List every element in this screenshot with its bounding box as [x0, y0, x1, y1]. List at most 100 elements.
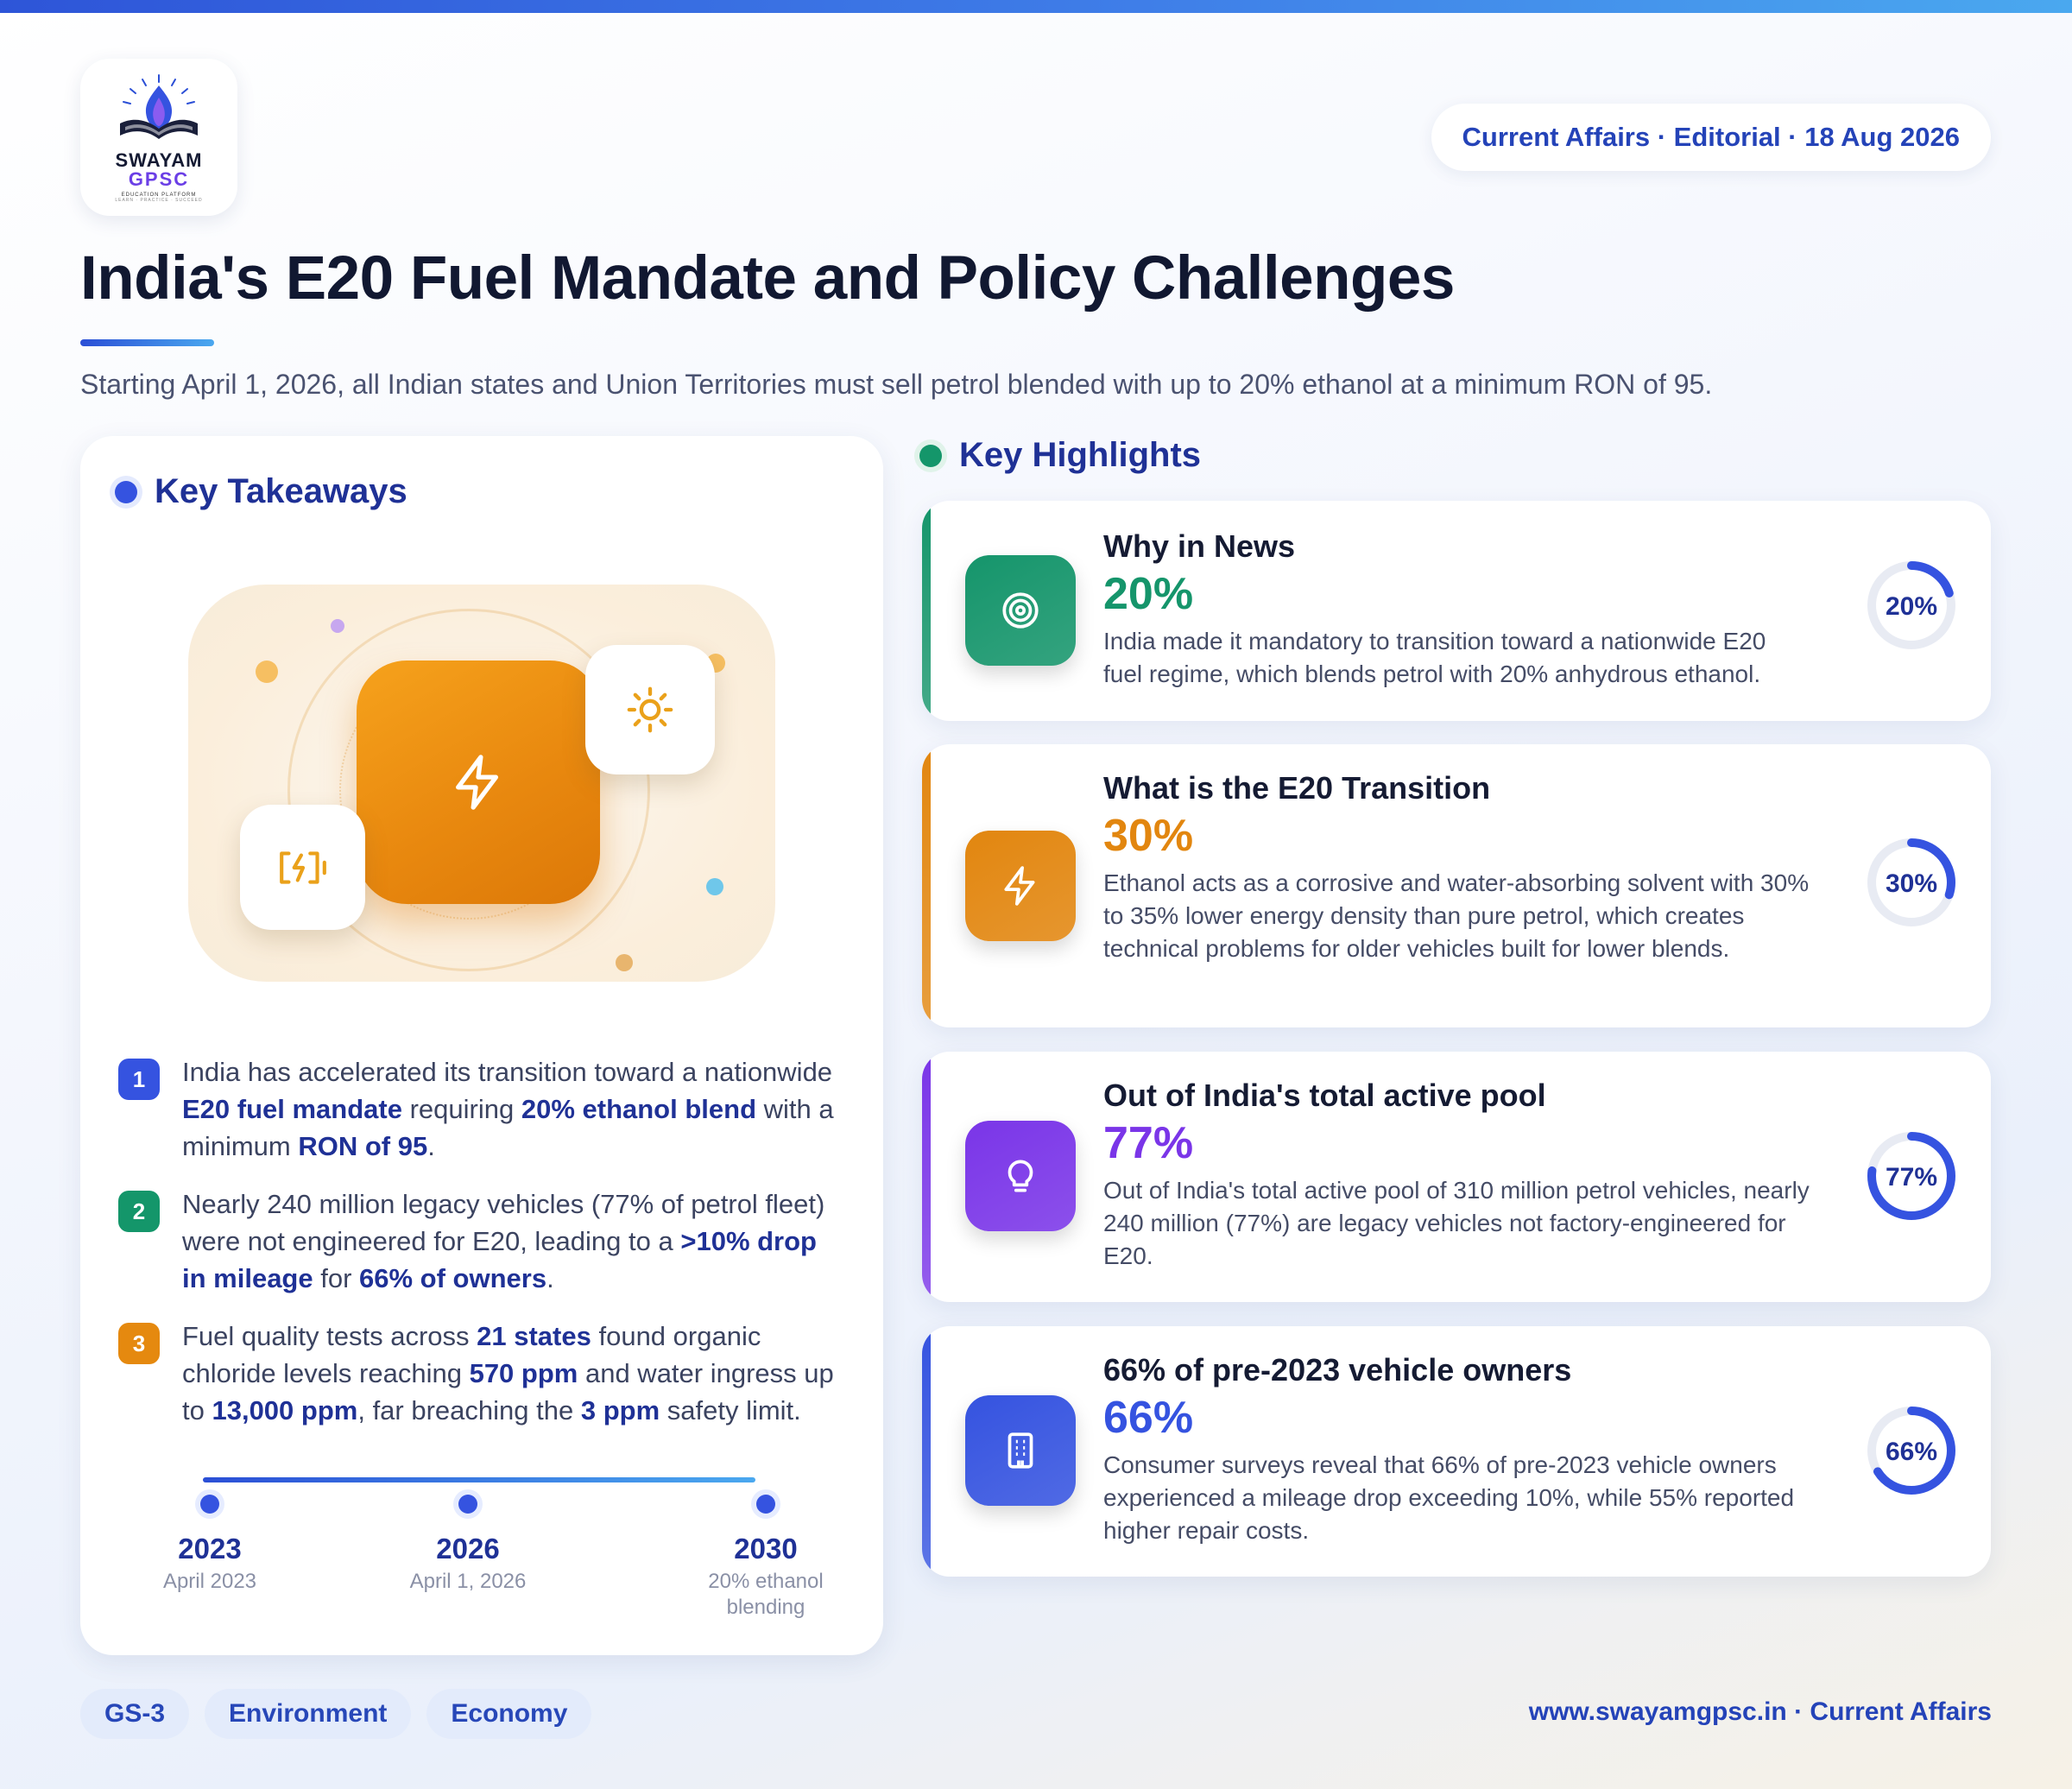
card-icon-box: [965, 555, 1076, 666]
card-accent: [922, 501, 931, 721]
card-body: What is the E20 Transition 30% Ethanol a…: [1103, 770, 1811, 965]
sparkle-dot: [331, 619, 344, 633]
timeline-bar: [203, 1477, 755, 1482]
card-icon-box: [965, 831, 1076, 941]
card-icon-box: [965, 1121, 1076, 1231]
ring-label: 66%: [1886, 1438, 1937, 1466]
takeaway-fragment: requiring: [401, 1094, 521, 1124]
takeaway-item: 3 Fuel quality tests across 21 states fo…: [118, 1318, 843, 1429]
takeaway-fragment: for: [313, 1263, 360, 1293]
hero-battery-tile: [240, 805, 365, 930]
percent-ring: 77%: [1867, 1132, 1955, 1220]
takeaway-number: 2: [118, 1191, 160, 1232]
card-body: Out of India's total active pool 77% Out…: [1103, 1078, 1811, 1273]
key-highlights-heading: Key Highlights: [919, 436, 1201, 475]
topic-tags: GS-3 Environment Economy: [80, 1689, 592, 1739]
tag-economy[interactable]: Economy: [426, 1689, 592, 1739]
takeaway-emphasis: 66% of owners: [359, 1263, 547, 1293]
logo-motto: LEARN · PRACTICE · SUCCEED: [115, 198, 203, 203]
card-body: Why in News 20% India made it mandatory …: [1103, 528, 1811, 691]
lightbulb-icon: [1008, 1160, 1033, 1192]
highlight-card-vehicle-owners[interactable]: 66% of pre-2023 vehicle owners 66% Consu…: [922, 1326, 1991, 1577]
highlight-card-e20-transition[interactable]: What is the E20 Transition 30% Ethanol a…: [922, 744, 1991, 1027]
takeaway-emphasis: 570 ppm: [469, 1358, 578, 1388]
percent-ring: 30%: [1867, 838, 1955, 926]
key-takeaways-card: Key Takeaways 1 India has accelerated it…: [80, 436, 883, 1655]
takeaway-text: Fuel quality tests across 21 states foun…: [182, 1318, 843, 1429]
sparkle-dot: [616, 954, 633, 971]
card-description: Consumer surveys reveal that 66% of pre-…: [1103, 1451, 1795, 1544]
takeaway-text: India has accelerated its transition tow…: [182, 1053, 843, 1165]
timeline-year: 2026: [436, 1533, 500, 1565]
logo-word-gpsc: GPSC: [128, 168, 190, 190]
percent-ring: 20%: [1867, 561, 1955, 649]
takeaway-text: Nearly 240 million legacy vehicles (77% …: [182, 1185, 843, 1297]
takeaway-item: 1 India has accelerated its transition t…: [118, 1053, 843, 1165]
highlight-card-why-in-news[interactable]: Why in News 20% India made it mandatory …: [922, 501, 1991, 721]
timeline-dot: [200, 1495, 219, 1514]
hero-sun-tile: [585, 645, 715, 774]
timeline-point-2026: 2026 April 1, 2026: [382, 1495, 554, 1595]
takeaway-number: 1: [118, 1059, 160, 1100]
timeline-year: 2023: [178, 1533, 242, 1565]
ring-label: 77%: [1886, 1163, 1937, 1192]
takeaway-emphasis: 20% ethanol blend: [521, 1094, 757, 1124]
footer-website-link[interactable]: www.swayamgpsc.in · Current Affairs: [1529, 1697, 1992, 1727]
card-title: What is the E20 Transition: [1103, 770, 1491, 806]
takeaway-emphasis: 3 ppm: [580, 1395, 660, 1426]
card-body: 66% of pre-2023 vehicle owners 66% Consu…: [1103, 1352, 1811, 1547]
timeline-point-2030: 2030 20% ethanol blending: [692, 1495, 839, 1621]
timeline-year: 2030: [734, 1533, 798, 1565]
card-accent: [922, 744, 931, 1027]
ring-label: 20%: [1886, 592, 1937, 621]
card-accent: [922, 1052, 931, 1302]
hero-lightning-tile: [357, 661, 600, 904]
percent-ring: 66%: [1867, 1407, 1955, 1495]
heading-dot-icon: [115, 480, 137, 503]
tag-environment[interactable]: Environment: [205, 1689, 412, 1739]
takeaway-emphasis: RON of 95: [298, 1131, 428, 1161]
card-percent: 77%: [1103, 1118, 1194, 1168]
timeline-dot: [756, 1495, 775, 1514]
takeaway-emphasis: 21 states: [477, 1321, 591, 1351]
card-description: Out of India's total active pool of 310 …: [1103, 1177, 1810, 1269]
timeline-caption: 20% ethanol blending: [708, 1570, 824, 1619]
title-underline: [80, 339, 214, 346]
takeaway-fragment: .: [546, 1263, 554, 1293]
key-takeaways-heading: Key Takeaways: [115, 472, 407, 511]
logo-flame-book-icon: [120, 74, 198, 139]
hero-illustration: [188, 585, 775, 982]
takeaway-number: 3: [118, 1323, 160, 1364]
timeline-caption: April 1, 2026: [409, 1570, 527, 1593]
takeaway-emphasis: 13,000 ppm: [212, 1395, 358, 1426]
card-accent: [922, 1326, 931, 1577]
takeaway-fragment: India has accelerated its transition tow…: [182, 1057, 833, 1087]
target-icon: [1002, 592, 1039, 629]
page-subtitle: Starting April 1, 2026, all Indian state…: [80, 369, 1713, 400]
tag-gs3[interactable]: GS-3: [80, 1689, 190, 1739]
battery-charging-icon: [279, 850, 326, 884]
date-pill: Current Affairs · Editorial · 18 Aug 202…: [1431, 104, 1991, 171]
sun-icon: [627, 686, 673, 733]
takeaway-fragment: .: [427, 1131, 435, 1161]
page-title: India's E20 Fuel Mandate and Policy Chal…: [80, 244, 1455, 313]
timeline: 2023 April 2023 2026 April 1, 2026 2030 …: [118, 1472, 843, 1645]
highlight-card-active-pool[interactable]: Out of India's total active pool 77% Out…: [922, 1052, 1991, 1302]
sparkle-dot: [706, 878, 723, 895]
takeaways-list: 1 India has accelerated its transition t…: [118, 1053, 843, 1450]
timeline-caption: April 2023: [162, 1570, 257, 1593]
key-takeaways-title: Key Takeaways: [155, 472, 407, 510]
lightning-icon: [1004, 866, 1035, 906]
ring-label: 30%: [1886, 869, 1937, 898]
lightning-icon: [456, 755, 499, 810]
takeaway-emphasis: E20 fuel mandate: [182, 1094, 402, 1124]
card-description: India made it mandatory to transition to…: [1103, 628, 1766, 687]
card-percent: 20%: [1103, 569, 1194, 619]
sparkle-dot: [256, 661, 278, 683]
key-highlights-title: Key Highlights: [959, 436, 1202, 474]
card-title: Out of India's total active pool: [1103, 1078, 1546, 1113]
brand-logo[interactable]: SWAYAM GPSC EDUCATION PLATFORM LEARN · P…: [80, 59, 237, 216]
card-percent: 30%: [1103, 811, 1194, 861]
card-description: Ethanol acts as a corrosive and water-ab…: [1103, 869, 1810, 962]
card-percent: 66%: [1103, 1393, 1194, 1443]
